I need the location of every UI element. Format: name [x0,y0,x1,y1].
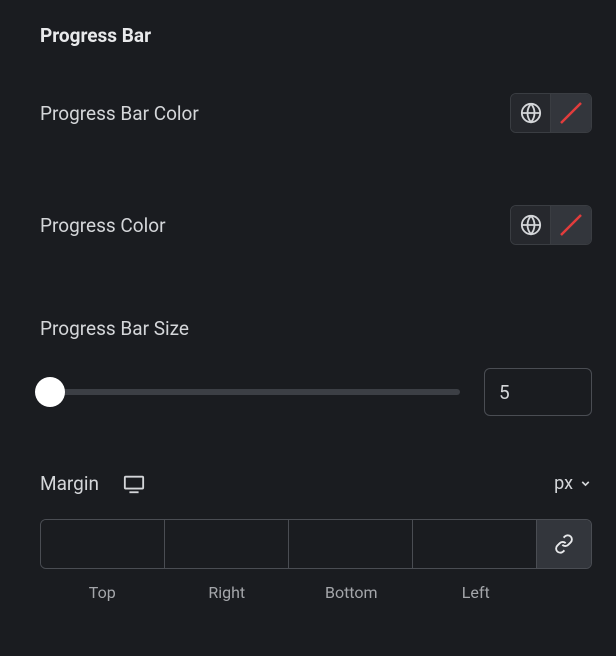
margin-left-cell [413,520,537,568]
slider-row: 5 [40,368,592,416]
progress-bar-size-row: Progress Bar Size 5 [40,317,592,416]
progress-bar-color-picker [510,93,592,133]
margin-top-input[interactable] [41,520,164,568]
no-color-icon [557,99,585,127]
link-values-button[interactable] [537,520,591,568]
no-color-icon [557,211,585,239]
globe-icon [520,102,542,124]
slider-track [40,389,460,395]
progress-bar-color-row: Progress Bar Color [40,93,592,133]
progress-color-row: Progress Color [40,205,592,245]
margin-top-cell [41,520,165,568]
slider-thumb[interactable] [35,377,65,407]
responsive-desktop-button[interactable] [123,473,145,495]
progress-color-picker [510,205,592,245]
margin-top-label: Top [40,583,165,602]
margin-header: Margin px [40,472,592,495]
progress-color-label: Progress Color [40,214,166,237]
link-icon [554,534,574,554]
globe-icon [520,214,542,236]
progress-bar-size-label: Progress Bar Size [40,317,592,340]
margin-left-input[interactable] [413,520,536,568]
margin-bottom-input[interactable] [289,520,412,568]
unit-label: px [554,473,573,494]
global-color-button[interactable] [511,93,551,133]
margin-right-input[interactable] [165,520,288,568]
global-color-button[interactable] [511,205,551,245]
margin-bottom-label: Bottom [289,583,414,602]
color-swatch-button[interactable] [551,205,591,245]
chevron-down-icon [579,477,592,490]
margin-section: Margin px [40,472,592,602]
margin-right-label: Right [165,583,290,602]
unit-select[interactable]: px [554,473,592,494]
desktop-icon [123,473,145,495]
size-value-input[interactable]: 5 [484,368,592,416]
margin-label: Margin [40,472,99,495]
color-swatch-button[interactable] [551,93,591,133]
section-title: Progress Bar [40,24,592,47]
size-slider[interactable] [40,377,460,407]
progress-bar-color-label: Progress Bar Color [40,102,199,125]
margin-side-labels: Top Right Bottom Left [40,583,592,602]
margin-inputs [40,519,592,569]
margin-bottom-cell [289,520,413,568]
margin-right-cell [165,520,289,568]
margin-left-label: Left [414,583,539,602]
